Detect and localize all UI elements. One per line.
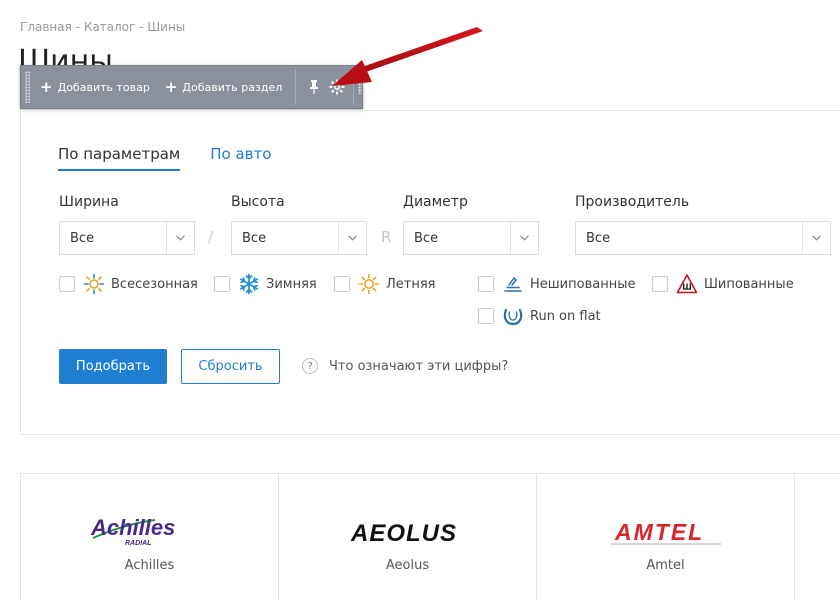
toolbar-divider xyxy=(295,69,297,105)
nonstudded-option[interactable]: Нешипованные xyxy=(478,273,635,295)
summer-checkbox[interactable] xyxy=(334,276,350,292)
manufacturer-label: Производитель xyxy=(575,194,690,210)
tab-by-car[interactable]: По авто xyxy=(210,145,271,171)
size-separator-slash: / xyxy=(208,228,214,246)
allseason-label: Всесезонная xyxy=(111,276,198,292)
runflat-tire-icon xyxy=(502,305,524,327)
studded-warning-icon xyxy=(676,273,698,295)
resize-handle[interactable] xyxy=(357,80,363,94)
help-label: Что означают эти цифры? xyxy=(329,358,509,374)
pin-icon xyxy=(309,80,318,94)
summer-label: Летняя xyxy=(386,276,436,292)
reset-button[interactable]: Сбросить xyxy=(181,349,280,384)
winter-checkbox[interactable] xyxy=(214,276,230,292)
nonstudded-label: Нешипованные xyxy=(530,276,636,292)
manufacturer-select-value: Все xyxy=(586,230,611,246)
submit-button[interactable]: Подобрать xyxy=(59,349,167,384)
gear-icon xyxy=(329,79,345,95)
amtel-logo-text: AMTEL xyxy=(614,519,704,545)
height-select[interactable]: Все xyxy=(231,221,367,255)
chevron-down-icon xyxy=(166,222,194,254)
plus-icon: + xyxy=(164,77,178,96)
add-product-label: Добавить товар xyxy=(57,80,150,94)
size-separator-r: R xyxy=(381,228,392,246)
tab-by-parameters[interactable]: По параметрам xyxy=(58,145,181,171)
brand-card-next[interactable] xyxy=(794,474,840,600)
question-icon: ? xyxy=(302,358,318,374)
add-product-button[interactable]: + Добавить товар xyxy=(30,65,155,109)
diameter-select[interactable]: Все xyxy=(403,221,539,255)
diameter-select-value: Все xyxy=(414,230,439,246)
achilles-logo-text: Achilles xyxy=(90,515,175,540)
nonstudded-checkbox[interactable] xyxy=(478,276,494,292)
filter-tabs: По параметрам По авто xyxy=(58,145,301,171)
breadcrumb-separator: - xyxy=(135,20,148,34)
chevron-down-icon xyxy=(510,222,538,254)
add-section-button[interactable]: + Добавить раздел xyxy=(155,65,287,109)
help-link[interactable]: ? Что означают эти цифры? xyxy=(302,358,508,374)
breadcrumb: Главная - Каталог - Шины xyxy=(20,20,185,34)
breadcrumb-current: Шины xyxy=(147,20,186,34)
height-select-value: Все xyxy=(242,230,267,246)
width-label: Ширина xyxy=(59,194,119,210)
studded-option[interactable]: Шипованные xyxy=(652,273,794,295)
aeolus-logo-text: AEOLUS xyxy=(350,520,457,547)
sun-icon xyxy=(358,273,380,295)
toolbar-divider xyxy=(353,69,354,105)
manufacturer-select[interactable]: Все xyxy=(575,221,831,255)
brand-card-aeolus[interactable]: AEOLUS Aeolus xyxy=(278,474,536,600)
studded-label: Шипованные xyxy=(704,276,794,292)
drag-handle[interactable] xyxy=(25,71,31,103)
allseason-icon xyxy=(83,273,105,295)
add-section-label: Добавить раздел xyxy=(182,80,283,94)
pin-button[interactable] xyxy=(302,65,325,109)
brand-name: Achilles xyxy=(124,558,175,573)
height-label: Высота xyxy=(231,194,285,210)
amtel-logo: AMTEL xyxy=(537,514,794,550)
settings-button[interactable] xyxy=(326,65,349,109)
winter-label: Зимняя xyxy=(266,276,317,292)
width-select-value: Все xyxy=(70,230,95,246)
allseason-option[interactable]: Всесезонная xyxy=(59,273,198,295)
plus-icon: + xyxy=(40,77,53,96)
width-select[interactable]: Все xyxy=(59,221,195,255)
allseason-checkbox[interactable] xyxy=(59,276,75,292)
chevron-down-icon xyxy=(338,222,366,254)
runflat-checkbox[interactable] xyxy=(478,308,494,324)
winter-option[interactable]: Зимняя xyxy=(214,273,317,295)
admin-toolbar: + Добавить товар + Добавить раздел xyxy=(20,65,363,109)
nonstudded-icon xyxy=(502,273,524,295)
brand-name: Aeolus xyxy=(385,558,430,573)
chevron-down-icon xyxy=(802,222,830,254)
brand-grid: Achilles RADIAL Achilles AEOLUS Aeolus A… xyxy=(20,473,840,600)
summer-option[interactable]: Летняя xyxy=(334,273,436,295)
brand-card-amtel[interactable]: AMTEL Amtel xyxy=(536,474,794,600)
studded-checkbox[interactable] xyxy=(652,276,668,292)
achilles-logo-sub: RADIAL xyxy=(125,540,151,547)
runflat-option[interactable]: Run on flat xyxy=(478,305,601,327)
runflat-label: Run on flat xyxy=(530,308,601,324)
aeolus-logo: AEOLUS xyxy=(279,514,536,550)
breadcrumb-separator: - xyxy=(71,20,84,34)
breadcrumb-catalog[interactable]: Каталог xyxy=(84,20,136,34)
achilles-logo: Achilles RADIAL xyxy=(21,514,278,550)
breadcrumb-home[interactable]: Главная xyxy=(20,20,72,34)
diameter-label: Диаметр xyxy=(403,194,468,210)
brand-name: Amtel xyxy=(646,558,685,573)
snowflake-icon xyxy=(238,273,260,295)
brand-card-achilles[interactable]: Achilles RADIAL Achilles xyxy=(20,474,278,600)
